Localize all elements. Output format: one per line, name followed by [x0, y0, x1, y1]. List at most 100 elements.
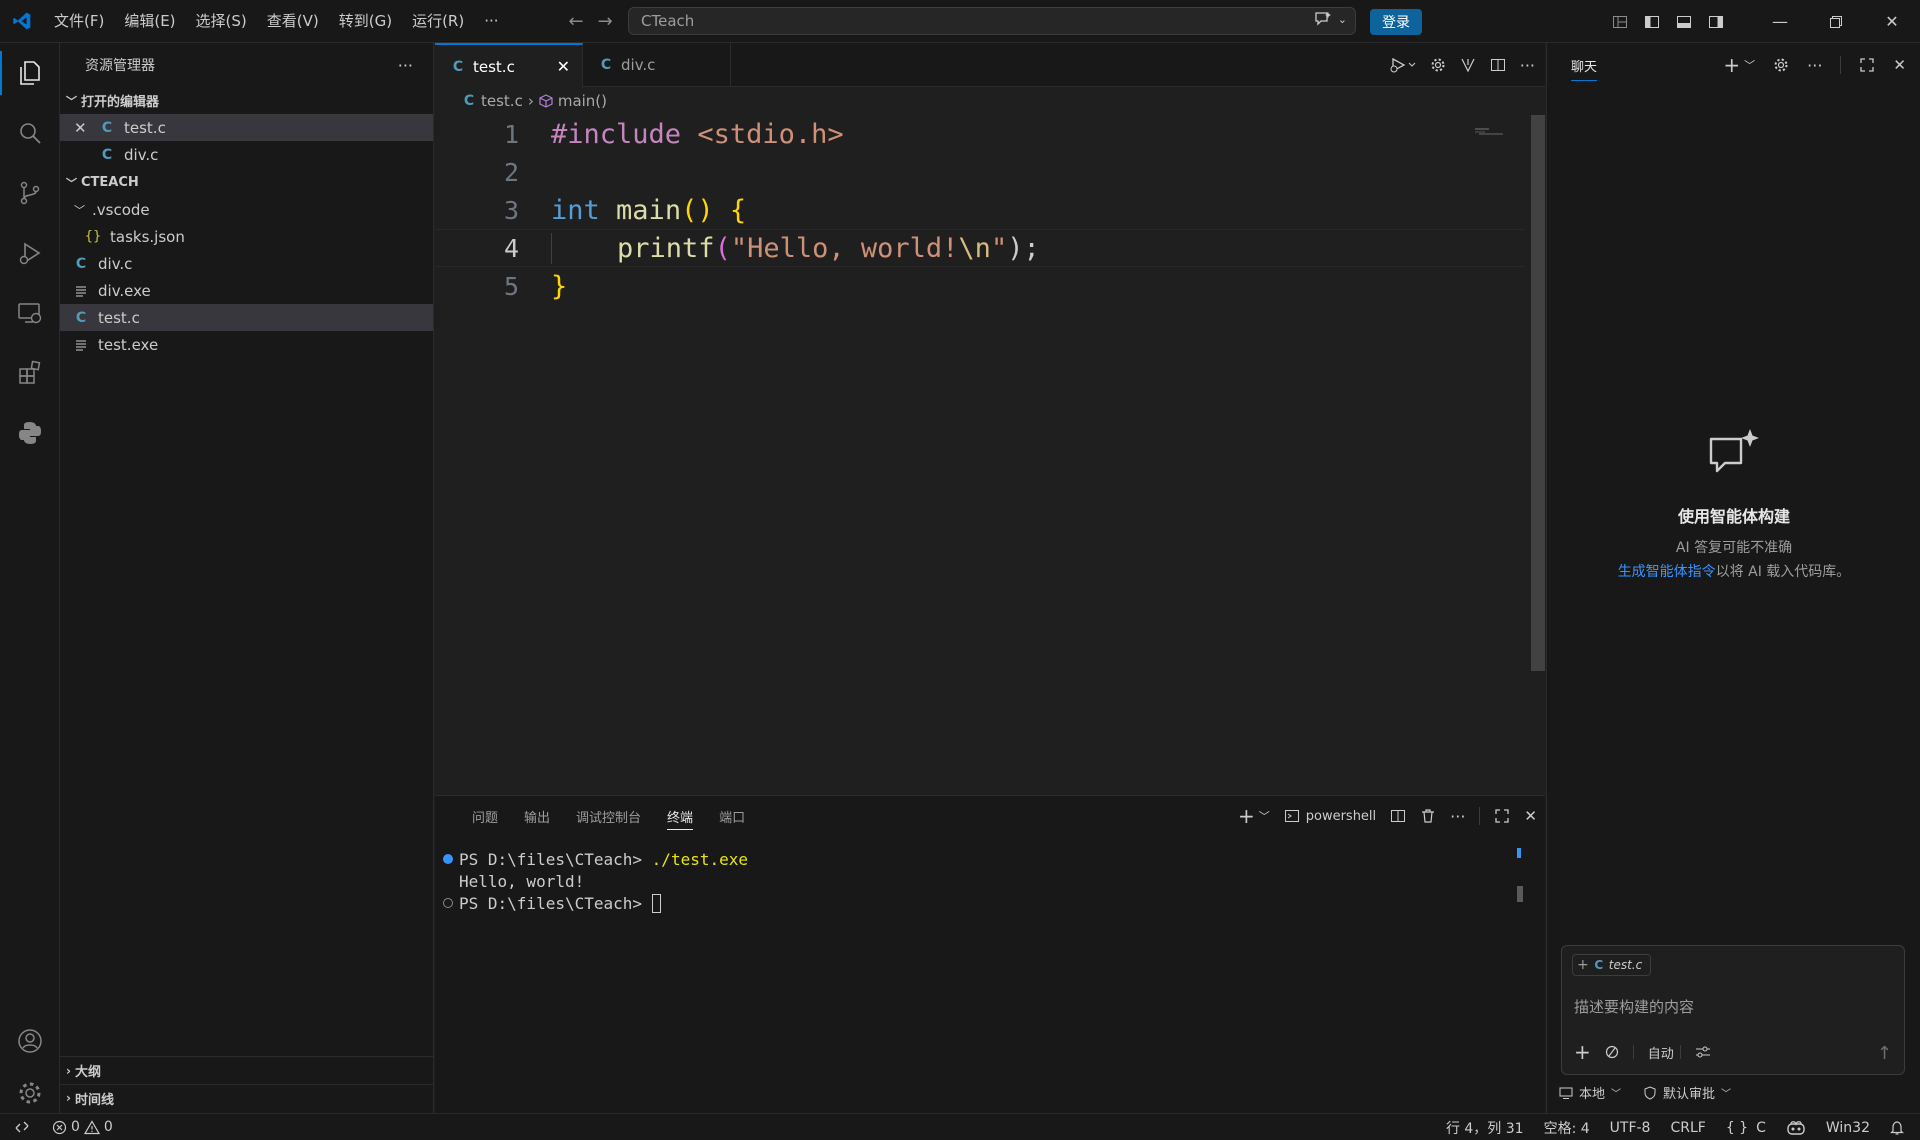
tab-ports[interactable]: 端口: [706, 796, 758, 836]
compare-icon[interactable]: [1460, 57, 1476, 73]
forward-arrow-icon[interactable]: →: [598, 11, 613, 32]
chat-input-box[interactable]: + C test.c 描述要构建的内容 + 自动 ↑: [1561, 945, 1905, 1075]
new-chat-icon[interactable]: +: [1723, 53, 1740, 77]
generate-instructions-link[interactable]: 生成智能体指令: [1618, 564, 1716, 580]
indentation[interactable]: 空格: 4: [1544, 1118, 1590, 1138]
tree-file[interactable]: div.exe: [60, 277, 433, 304]
timeline-section[interactable]: › 时间线: [60, 1084, 434, 1111]
source-control-icon[interactable]: [0, 163, 60, 223]
configure-icon[interactable]: [1695, 1045, 1711, 1059]
tree-file[interactable]: {} tasks.json: [60, 223, 433, 250]
customize-layout-icon[interactable]: [1604, 0, 1636, 43]
minimap[interactable]: [1475, 127, 1505, 137]
remote-indicator-icon[interactable]: [0, 1119, 44, 1135]
encoding[interactable]: UTF-8: [1610, 1120, 1651, 1136]
line-ending[interactable]: CRLF: [1670, 1120, 1705, 1136]
accounts-icon[interactable]: [0, 1011, 60, 1071]
settings-gear-icon[interactable]: [1773, 57, 1789, 73]
toggle-primary-sidebar-icon[interactable]: [1636, 0, 1668, 43]
menu-run[interactable]: 运行(R): [402, 0, 474, 43]
language-mode[interactable]: { } C: [1726, 1120, 1766, 1136]
run-debug-dropdown-icon[interactable]: [1390, 57, 1416, 73]
terminal-scroll-thumb[interactable]: [1517, 886, 1523, 902]
new-terminal-icon[interactable]: +: [1238, 804, 1255, 828]
tree-file[interactable]: C div.c: [60, 250, 433, 277]
tab-chat[interactable]: 聊天: [1571, 43, 1598, 87]
send-arrow-icon[interactable]: ↑: [1877, 1043, 1892, 1064]
command-center-search[interactable]: CTeach ⌄: [628, 7, 1356, 35]
copilot-chat-icon[interactable]: [1314, 11, 1332, 27]
mode-picker[interactable]: 自动: [1648, 1043, 1674, 1062]
problems-indicator[interactable]: 0 0: [52, 1119, 113, 1135]
python-icon[interactable]: [0, 403, 60, 463]
split-terminal-icon[interactable]: [1390, 808, 1406, 824]
tab-debug-console[interactable]: 调试控制台: [563, 796, 654, 836]
open-editor-item[interactable]: ✕ C test.c: [60, 114, 433, 141]
chat-input-placeholder[interactable]: 描述要构建的内容: [1574, 996, 1694, 1017]
tree-file[interactable]: test.exe: [60, 331, 433, 358]
back-arrow-icon[interactable]: ←: [569, 11, 584, 32]
command-success-dot[interactable]: [443, 854, 453, 864]
editor-scrollbar[interactable]: [1531, 115, 1545, 671]
open-editors-section[interactable]: ﹀ 打开的编辑器: [60, 87, 433, 114]
bell-icon[interactable]: [1890, 1120, 1904, 1136]
menu-edit[interactable]: 编辑(E): [114, 0, 185, 43]
session-target[interactable]: 本地 ﹀: [1559, 1083, 1621, 1102]
close-window-icon[interactable]: ✕: [1864, 0, 1920, 43]
terminal-scrollbar[interactable]: [1517, 848, 1521, 858]
tree-file[interactable]: C test.c: [60, 304, 433, 331]
login-button[interactable]: 登录: [1370, 9, 1422, 35]
trash-icon[interactable]: [1420, 808, 1436, 824]
minimize-icon[interactable]: —: [1752, 0, 1808, 43]
copilot-status-icon[interactable]: [1786, 1120, 1806, 1136]
tab-test-c[interactable]: C test.c ✕: [435, 43, 583, 88]
run-and-debug-icon[interactable]: [0, 223, 60, 283]
explorer-icon[interactable]: [0, 43, 60, 103]
maximize-chat-icon[interactable]: [1859, 57, 1875, 73]
menu-go[interactable]: 转到(G): [329, 0, 402, 43]
tab-terminal[interactable]: 终端: [654, 796, 706, 836]
close-tab-icon[interactable]: ✕: [557, 57, 570, 76]
close-editor-icon[interactable]: ✕: [74, 119, 92, 137]
more-actions-icon[interactable]: ···: [1520, 56, 1535, 75]
split-editor-icon[interactable]: [1490, 57, 1506, 73]
tab-problems[interactable]: 问题: [459, 796, 511, 836]
tools-icon[interactable]: [1605, 1045, 1619, 1059]
context-chip[interactable]: + C test.c: [1572, 954, 1652, 976]
tab-div-c[interactable]: C div.c: [583, 43, 731, 87]
sidebar-more-icon[interactable]: ···: [398, 56, 413, 75]
outline-section[interactable]: › 大纲: [60, 1057, 434, 1084]
chevron-down-icon[interactable]: ﹀: [1259, 808, 1270, 824]
add-context-icon[interactable]: +: [1577, 957, 1589, 973]
chevron-down-icon[interactable]: ﹀: [1744, 57, 1755, 73]
approval-mode[interactable]: 默认审批 ﹀: [1643, 1083, 1731, 1102]
terminal-output[interactable]: PS D:\files\CTeach> ./test.exe Hello, wo…: [443, 848, 748, 914]
restore-icon[interactable]: [1808, 0, 1864, 43]
terminal-shell-item[interactable]: powershell: [1284, 808, 1376, 824]
workspace-section[interactable]: ﹀ CTEACH: [60, 169, 433, 196]
extensions-icon[interactable]: [0, 343, 60, 403]
breadcrumb-symbol[interactable]: main(): [558, 92, 607, 110]
more-actions-icon[interactable]: ···: [1807, 56, 1822, 75]
menu-view[interactable]: 查看(V): [257, 0, 329, 43]
search-icon[interactable]: [0, 103, 60, 163]
open-editor-item[interactable]: C div.c: [60, 141, 433, 168]
close-chat-icon[interactable]: ✕: [1893, 56, 1906, 74]
toggle-secondary-sidebar-icon[interactable]: [1700, 0, 1732, 43]
command-pending-dot[interactable]: [443, 898, 453, 908]
close-panel-icon[interactable]: ✕: [1524, 807, 1537, 825]
toggle-panel-icon[interactable]: [1668, 0, 1700, 43]
remote-explorer-icon[interactable]: [0, 283, 60, 343]
menu-selection[interactable]: 选择(S): [186, 0, 257, 43]
code-editor[interactable]: 1 #include <stdio.h> 2 3 int main() { 4 …: [435, 115, 1525, 305]
maximize-panel-icon[interactable]: [1494, 808, 1510, 824]
more-actions-icon[interactable]: ···: [1450, 807, 1465, 826]
add-attachment-icon[interactable]: +: [1574, 1040, 1591, 1064]
tree-folder[interactable]: ﹀ .vscode: [60, 196, 433, 223]
breadcrumb-file[interactable]: test.c: [481, 92, 523, 110]
tab-output[interactable]: 输出: [511, 796, 563, 836]
cursor-position[interactable]: 行 4，列 31: [1446, 1118, 1524, 1138]
menu-more[interactable]: ···: [474, 0, 508, 43]
settings-gear-icon[interactable]: [1430, 57, 1446, 73]
platform[interactable]: Win32: [1826, 1120, 1870, 1136]
